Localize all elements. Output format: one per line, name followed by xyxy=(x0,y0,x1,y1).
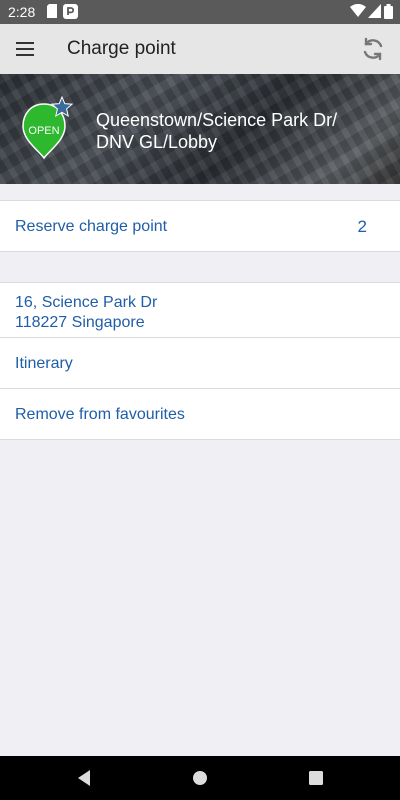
sd-card-icon xyxy=(47,4,57,21)
remove-favourite-label: Remove from favourites xyxy=(15,406,185,423)
address-row[interactable]: 16, Science Park Dr 118227 Singapore xyxy=(0,283,400,338)
map-pin-icon: OPEN xyxy=(22,95,74,160)
back-icon[interactable] xyxy=(74,768,94,788)
status-bar: 2:28 xyxy=(0,0,400,24)
itinerary-row[interactable]: Itinerary xyxy=(0,338,400,389)
reservation-count: 2 xyxy=(357,217,367,236)
station-header: OPEN Queenstown/Science Park Dr/ DNV GL/… xyxy=(0,74,400,184)
app-notification-icon xyxy=(63,4,78,22)
app-bar: Charge point xyxy=(0,24,400,74)
home-icon[interactable] xyxy=(190,768,210,788)
battery-icon xyxy=(384,4,393,22)
address-line2: 118227 Singapore xyxy=(15,314,145,331)
recents-icon[interactable] xyxy=(306,768,326,788)
station-status-marker: OPEN xyxy=(18,95,76,166)
hamburger-menu-icon[interactable] xyxy=(12,38,38,60)
wifi-icon xyxy=(350,3,366,21)
reservation-card: Reserve charge point 2 xyxy=(0,200,400,252)
station-name-line2: DNV GL/Lobby xyxy=(96,132,218,152)
page-title: Charge point xyxy=(67,38,176,59)
status-badge: OPEN xyxy=(28,125,59,137)
status-time: 2:28 xyxy=(8,4,36,20)
reserve-charge-point-row[interactable]: Reserve charge point 2 xyxy=(0,201,400,251)
remove-favourite-row[interactable]: Remove from favourites xyxy=(0,389,400,439)
station-name: Queenstown/Science Park Dr/ DNV GL/Lobby xyxy=(96,109,396,153)
station-name-line1: Queenstown/Science Park Dr/ xyxy=(96,110,338,130)
address-line1: 16, Science Park Dr xyxy=(15,294,158,311)
details-card: 16, Science Park Dr 118227 Singapore Iti… xyxy=(0,282,400,440)
system-nav-bar xyxy=(0,756,400,800)
refresh-icon[interactable] xyxy=(360,36,386,62)
itinerary-label: Itinerary xyxy=(15,355,73,372)
signal-icon xyxy=(368,4,381,21)
reserve-charge-point-label: Reserve charge point xyxy=(15,218,168,235)
